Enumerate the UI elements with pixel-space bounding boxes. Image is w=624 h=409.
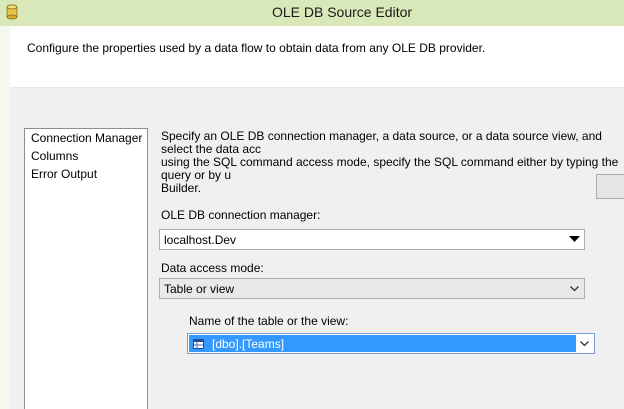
chevron-down-icon[interactable]	[564, 230, 584, 249]
dialog-body: Connection Manager Columns Error Output …	[10, 88, 624, 409]
nav-item-columns[interactable]: Columns	[25, 147, 147, 165]
table-icon	[193, 338, 204, 349]
table-name-value: [dbo].[Teams]	[212, 337, 285, 351]
connection-manager-value: localhost.Dev	[164, 233, 237, 247]
title-bar[interactable]: OLE DB Source Editor	[0, 0, 624, 26]
dialog-client: Configure the properties used by a data …	[10, 26, 624, 409]
data-access-mode-select[interactable]: Table or view	[159, 278, 585, 299]
nav-item-error-output[interactable]: Error Output	[25, 165, 147, 183]
connection-manager-label: OLE DB connection manager:	[161, 208, 321, 222]
table-name-label: Name of the table or the view:	[189, 314, 349, 328]
dialog-window: OLE DB Source Editor Configure the prope…	[0, 0, 624, 409]
table-name-select[interactable]: [dbo].[Teams]	[187, 333, 595, 354]
window-title: OLE DB Source Editor	[271, 4, 413, 20]
chevron-down-icon[interactable]	[574, 334, 594, 353]
header-band: Configure the properties used by a data …	[10, 26, 624, 88]
intro-text: Specify an OLE DB connection manager, a …	[161, 130, 619, 195]
page-nav-list: Connection Manager Columns Error Output	[24, 128, 148, 409]
header-description: Configure the properties used by a data …	[27, 41, 486, 55]
connection-manager-pane: Specify an OLE DB connection manager, a …	[159, 128, 624, 408]
nav-item-connection-manager[interactable]: Connection Manager	[25, 129, 147, 147]
new-connection-button[interactable]	[596, 174, 624, 199]
connection-manager-combo[interactable]: localhost.Dev	[159, 229, 585, 250]
data-access-mode-label: Data access mode:	[161, 261, 264, 275]
chevron-down-icon[interactable]	[564, 279, 584, 298]
data-access-mode-value: Table or view	[164, 282, 235, 296]
